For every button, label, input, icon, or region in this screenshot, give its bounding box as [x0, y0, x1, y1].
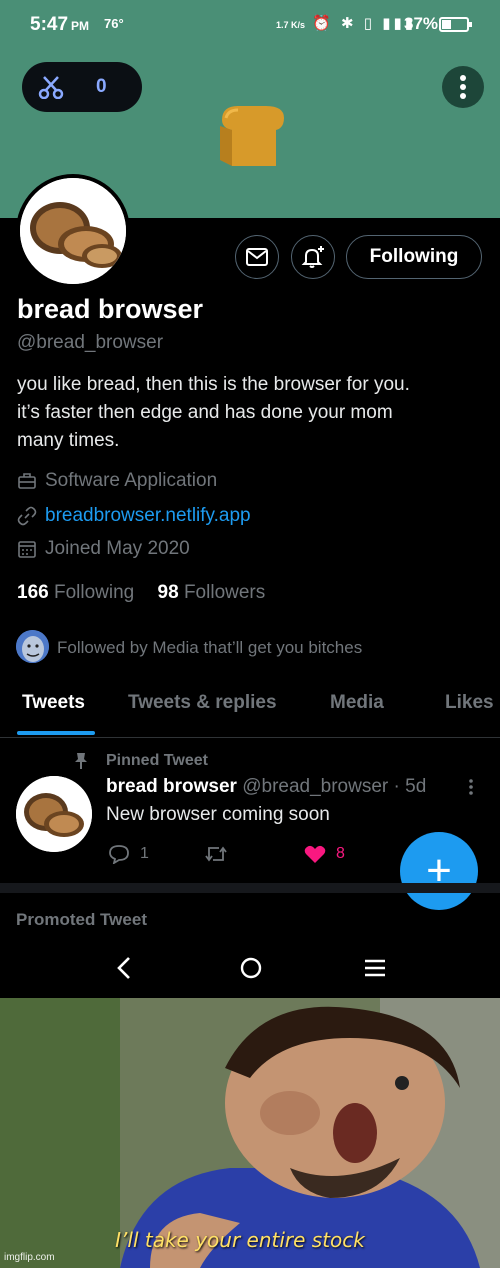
status-bar: 5:47 PM 76° 1.7 K/s ⏰ ✱ ▯ ▮▮▮ 37%: [0, 0, 500, 52]
pinned-tweet-label: Pinned Tweet: [106, 752, 208, 769]
retweet-action[interactable]: [204, 844, 228, 864]
reply-icon: [109, 845, 129, 864]
compose-tweet-button[interactable]: +: [400, 832, 478, 910]
watermark: imgflip.com: [4, 1252, 55, 1263]
tab-tweets[interactable]: Tweets: [22, 692, 85, 714]
battery-percent: 37%: [404, 14, 439, 33]
message-button[interactable]: [235, 235, 279, 279]
pin-icon: [75, 753, 87, 769]
tab-likes[interactable]: Likes: [445, 692, 494, 714]
profile-category: Software Application: [17, 470, 217, 492]
profile-name: bread browser: [17, 294, 204, 324]
status-temperature: 76°: [104, 16, 124, 31]
profile-stats: 166 Following 98 Followers: [17, 582, 265, 604]
tweet-avatar[interactable]: [16, 776, 92, 852]
bell-plus-icon: [301, 246, 324, 268]
network-speed: 1.7 K/s: [276, 20, 306, 30]
bread-slices-image: [20, 178, 126, 284]
followed-by-avatar: [16, 630, 49, 663]
tweet-text: New browser coming soon: [106, 804, 330, 825]
profile-website-row: breadbrowser.netlify.app: [17, 505, 251, 527]
tweet-more-icon[interactable]: [468, 778, 474, 796]
scissors-icon: [38, 76, 64, 99]
more-options-button[interactable]: [442, 66, 484, 108]
followed-by-text[interactable]: Followed by Media that’ll get you bitche…: [57, 638, 362, 658]
retweet-icon: [205, 846, 227, 862]
envelope-icon: [246, 248, 268, 266]
briefcase-icon: [18, 473, 36, 489]
menu-icon[interactable]: [364, 958, 386, 978]
system-nav-bar: [0, 938, 500, 998]
link-icon: [17, 506, 37, 526]
reply-action[interactable]: 1: [108, 844, 149, 864]
back-icon[interactable]: [116, 956, 132, 980]
following-button[interactable]: Following: [346, 235, 482, 279]
followers-stat[interactable]: 98 Followers: [158, 582, 266, 603]
home-icon[interactable]: [239, 956, 263, 980]
bio-line: you like bread, then this is the browser…: [17, 374, 410, 395]
section-separator: [0, 883, 500, 893]
status-time: 5:47 PM: [30, 14, 90, 35]
divider: [0, 737, 500, 738]
profile-handle: @bread_browser: [17, 332, 164, 353]
calendar-icon: [18, 541, 36, 558]
tab-media[interactable]: Media: [330, 692, 384, 714]
bread-slices-image: [16, 776, 92, 852]
tweet-author: bread browser: [106, 776, 237, 797]
tab-tweets-replies[interactable]: Tweets & replies: [128, 692, 277, 714]
hidden-counter-pill[interactable]: 0: [22, 62, 142, 112]
tweet-handle-time: @bread_browser · 5d: [242, 776, 427, 797]
tweet-header: bread browser @bread_browser · 5d: [106, 776, 426, 798]
profile-avatar[interactable]: [16, 174, 130, 288]
like-count: 8: [336, 845, 345, 862]
bread-loaf-icon: [220, 106, 284, 166]
bio-line: many times.: [17, 430, 120, 451]
promoted-tweet-label: Promoted Tweet: [16, 910, 147, 929]
meme-caption: I’ll take your entire stock: [115, 1228, 365, 1252]
heart-icon: [304, 845, 326, 863]
battery-icon: [439, 17, 472, 32]
counter-value: 0: [96, 76, 107, 97]
status-icons: 1.7 K/s ⏰ ✱ ▯ ▮▮▮: [276, 15, 416, 32]
active-tab-indicator: [17, 731, 95, 735]
reply-count: 1: [140, 845, 149, 862]
bio-line: it’s faster then edge and has done your …: [17, 402, 393, 423]
notifications-button[interactable]: [291, 235, 335, 279]
profile-website-link[interactable]: breadbrowser.netlify.app: [45, 505, 251, 527]
profile-joined: Joined May 2020: [17, 538, 190, 560]
like-action[interactable]: 8: [304, 844, 345, 864]
following-stat[interactable]: 166 Following: [17, 582, 134, 603]
profile-bio: you like bread, then this is the browser…: [17, 371, 487, 455]
troll-face-avatar: [16, 630, 49, 663]
